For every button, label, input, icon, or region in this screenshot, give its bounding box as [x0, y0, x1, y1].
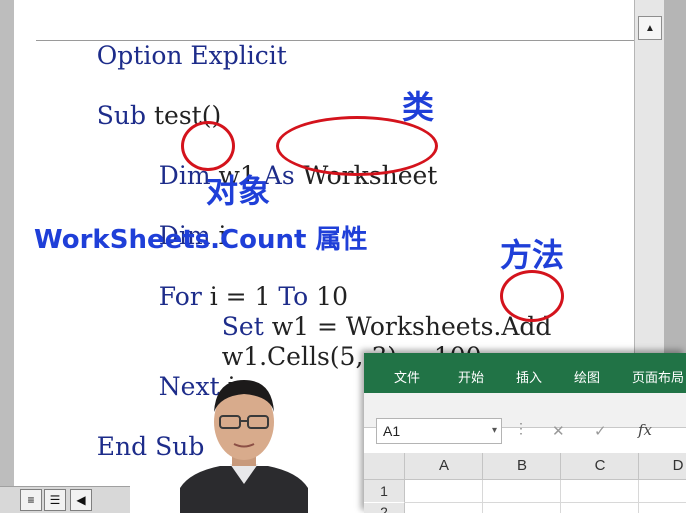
enter-icon[interactable]: ✓ — [594, 422, 607, 440]
chevron-down-icon[interactable]: ▾ — [492, 419, 497, 443]
tab-draw[interactable]: 绘图 — [574, 367, 600, 386]
full-module-view-icon[interactable]: ☰ — [44, 489, 66, 511]
tab-file[interactable]: 文件 — [394, 367, 420, 386]
col-divider-b — [482, 480, 483, 513]
view-toolbar: ≡ ☰ ◀ — [0, 486, 130, 513]
tab-insert[interactable]: 插入 — [516, 367, 542, 386]
highlight-add-ellipse — [500, 270, 564, 322]
function-icon[interactable]: fx — [638, 421, 652, 439]
name-box[interactable]: A1 ▾ — [376, 418, 502, 444]
vba-screen: Option Explicit Sub test() Dim w1 As Wor… — [0, 0, 686, 513]
annotation-class: 类 — [402, 88, 435, 126]
excel-window: 文件 开始 插入 绘图 页面布局 A1 ▾ ⋮ ✕ ✓ fx A B C D 1… — [364, 353, 686, 513]
annotation-method: 方法 — [500, 236, 565, 274]
col-divider-c — [560, 480, 561, 513]
more-icon: ⋮ — [514, 420, 528, 436]
sub-keyword: Sub — [96, 101, 147, 130]
column-header-b[interactable]: B — [482, 453, 561, 479]
name-box-value: A1 — [383, 423, 401, 439]
presenter-video — [180, 380, 308, 513]
tab-home[interactable]: 开始 — [458, 367, 484, 386]
annotation-object: 对象 — [206, 172, 271, 210]
select-all-corner[interactable] — [364, 453, 404, 479]
highlight-w1-ellipse — [181, 121, 235, 171]
row-header-2[interactable]: 2 — [364, 503, 405, 513]
tab-page-layout[interactable]: 页面布局 — [632, 367, 684, 386]
column-header-a[interactable]: A — [404, 453, 483, 479]
annotation-property: WorkSheets.Count 属性 — [34, 225, 368, 255]
row-divider — [404, 502, 686, 503]
column-header-c[interactable]: C — [560, 453, 639, 479]
scroll-up-icon[interactable]: ▲ — [638, 16, 662, 40]
excel-ribbon: 文件 开始 插入 绘图 页面布局 — [364, 353, 686, 393]
column-header-d[interactable]: D — [638, 453, 686, 479]
procedure-view-icon[interactable]: ≡ — [20, 489, 42, 511]
option-explicit-text: Option Explicit — [96, 41, 287, 70]
scroll-left-icon[interactable]: ◀ — [70, 489, 92, 511]
col-divider-d — [638, 480, 639, 513]
cancel-icon[interactable]: ✕ — [552, 422, 565, 440]
editor-margin — [0, 0, 15, 513]
column-headers: A B C D — [364, 453, 686, 480]
row-header-1[interactable]: 1 — [364, 480, 405, 502]
